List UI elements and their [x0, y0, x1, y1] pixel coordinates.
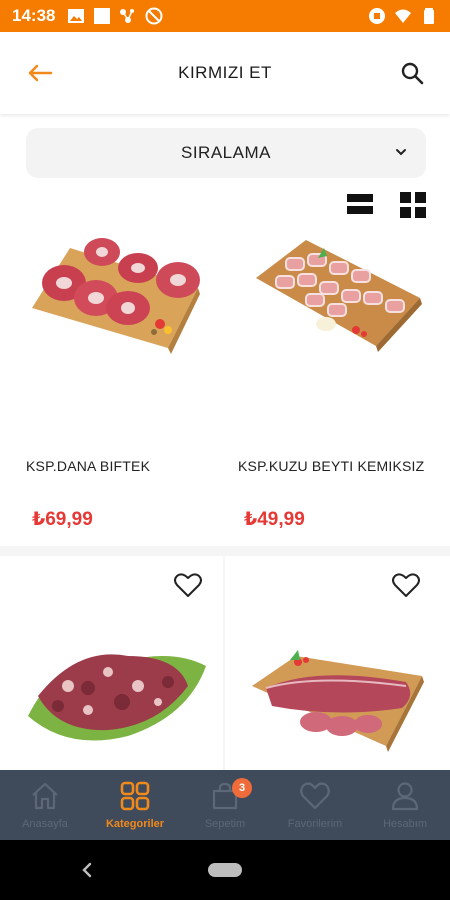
- user-icon: [391, 782, 419, 811]
- home-pill[interactable]: [208, 863, 242, 877]
- nav-item-account[interactable]: Hesabım: [360, 770, 450, 840]
- product-name: KSP.DANA BIFTEK: [26, 458, 151, 474]
- wifi-icon: [395, 9, 411, 23]
- battery-icon: [424, 8, 434, 24]
- page-title: KIRMIZI ET: [178, 63, 272, 82]
- sort-label: SIRALAMA: [181, 143, 271, 162]
- product-card[interactable]: [226, 556, 440, 770]
- nav-label: Sepetim: [204, 818, 246, 830]
- nav-label: Favorilerim: [287, 818, 343, 830]
- nav-item-favorites[interactable]: Favorilerim: [270, 770, 360, 840]
- grid-view-icon[interactable]: [400, 192, 426, 218]
- beef-fillet-image: [252, 650, 424, 752]
- row-divider: [0, 546, 450, 556]
- back-icon[interactable]: [78, 860, 96, 880]
- status-left-icons: [67, 7, 163, 25]
- system-navigation-bar: [0, 840, 450, 900]
- search-icon: [401, 62, 424, 85]
- chevron-down-icon: [396, 149, 406, 156]
- nav-item-categories[interactable]: Kategoriler: [90, 770, 180, 840]
- heart-icon: [300, 782, 330, 810]
- lamb-rolls-image: [256, 240, 422, 352]
- app-bar: KIRMIZI ET: [0, 32, 450, 114]
- status-time: 14:38: [12, 6, 56, 25]
- sort-dropdown[interactable]: SIRALAMA: [26, 128, 426, 178]
- image-icon: [68, 9, 85, 23]
- product-card[interactable]: KSP.KUZU BEYTI KEMIKSIZ ₺49,99: [226, 226, 440, 544]
- heart-icon[interactable]: [392, 572, 420, 598]
- product-card[interactable]: [8, 556, 222, 770]
- square-icon: [94, 8, 111, 24]
- nav-item-home[interactable]: Anasayfa: [0, 770, 90, 840]
- cart-badge: 3: [232, 778, 252, 798]
- nav-label: Hesabım: [382, 818, 428, 830]
- arrow-left-icon: [28, 64, 53, 82]
- column-divider: [223, 546, 225, 770]
- product-card[interactable]: KSP.DANA BIFTEK ₺69,99: [8, 226, 222, 544]
- status-bar: 14:38: [0, 0, 450, 32]
- status-right-icons: [368, 7, 438, 25]
- connection-icon: [120, 9, 135, 23]
- product-name: KSP.KUZU BEYTI KEMIKSIZ: [238, 458, 425, 474]
- search-button[interactable]: [398, 59, 426, 87]
- home-icon: [32, 782, 58, 810]
- product-price: ₺49,99: [244, 509, 305, 530]
- product-price: ₺69,99: [32, 509, 93, 530]
- nav-label: Anasayfa: [22, 818, 68, 830]
- heart-icon[interactable]: [174, 572, 202, 598]
- list-view-icon[interactable]: [347, 192, 373, 216]
- nav-item-cart[interactable]: 3 Sepetim: [180, 770, 270, 840]
- categories-icon: [120, 781, 150, 811]
- back-button[interactable]: [24, 59, 56, 87]
- beef-steak-image: [32, 238, 200, 354]
- nav-label: Kategoriler: [105, 818, 165, 830]
- bottom-navigation: Anasayfa Kategoriler 3 Sepetim Favoriler…: [0, 770, 450, 840]
- no-sync-icon: [145, 7, 163, 25]
- vibrate-icon: [369, 8, 385, 24]
- lamb-chunks-image: [28, 654, 206, 741]
